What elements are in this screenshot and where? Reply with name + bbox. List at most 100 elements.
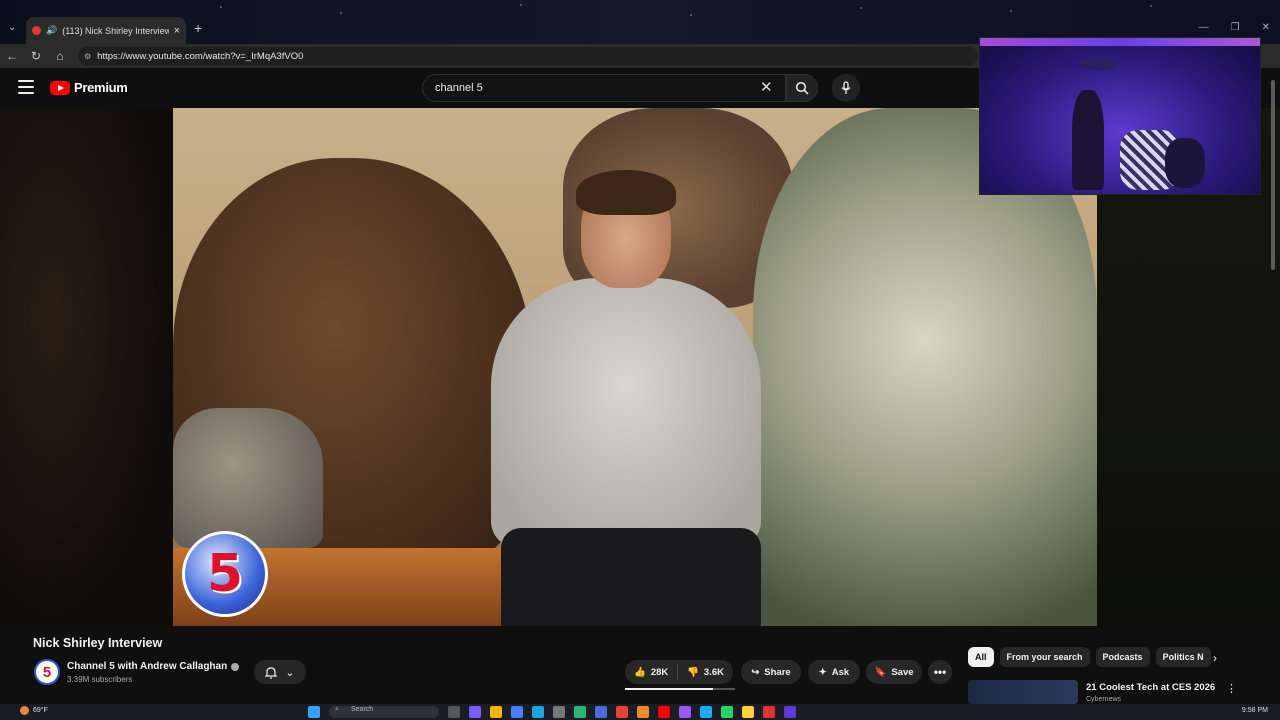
whatsapp-icon[interactable] — [721, 706, 733, 718]
share-label: Share — [764, 666, 791, 678]
recommendation-menu-icon[interactable]: ⋮ — [1226, 682, 1237, 695]
taskbar-search-label: Search — [351, 706, 374, 713]
window-controls: — ❐ ✕ — [1199, 22, 1270, 33]
voice-search-button[interactable] — [832, 74, 860, 102]
subscriber-count: 3.39M subscribers — [67, 675, 133, 684]
app-icon[interactable] — [700, 706, 712, 718]
video-title: Nick Shirley Interview — [33, 636, 163, 650]
save-label: Save — [891, 666, 914, 678]
app-icon[interactable] — [742, 706, 754, 718]
webcam-overlay — [979, 37, 1261, 195]
save-button[interactable]: 🔖 Save — [866, 660, 922, 684]
chip-from-your-search[interactable]: From your search — [999, 647, 1090, 667]
file-explorer-icon[interactable] — [490, 706, 502, 718]
microphone-icon — [841, 81, 851, 94]
site-info-icon[interactable]: ⚙ — [84, 52, 91, 61]
more-actions-button[interactable]: ••• — [928, 660, 952, 684]
streamer-image — [1072, 90, 1104, 190]
browser-tab[interactable]: 🔊 (113) Nick Shirley Interview - × — [26, 17, 186, 44]
channel-name[interactable]: Channel 5 with Andrew Callaghan — [67, 661, 240, 672]
dislike-button[interactable]: 👎 3.6K — [678, 660, 733, 684]
tab-title: (113) Nick Shirley Interview - — [62, 25, 169, 36]
recommendation-chips: All From your search Podcasts Politics N — [968, 647, 1211, 667]
maximize-icon[interactable]: ❐ — [1231, 22, 1240, 33]
windows-taskbar: 69°F ⌕ Search 9:58 PM — [0, 704, 1280, 720]
taskbar-clock[interactable]: 9:58 PM — [1242, 707, 1268, 714]
like-ratio-bar — [625, 688, 735, 690]
youtube-play-icon — [50, 80, 70, 95]
search-icon — [795, 81, 809, 95]
search-icon: ⌕ — [335, 706, 339, 713]
channel-name-text: Channel 5 with Andrew Callaghan — [67, 661, 228, 672]
chip-politics[interactable]: Politics N — [1155, 647, 1211, 667]
back-icon[interactable]: ← — [0, 49, 24, 63]
reload-icon[interactable]: ↻ — [24, 49, 48, 63]
calculator-icon[interactable] — [595, 706, 607, 718]
search-query-text: channel 5 — [435, 82, 483, 94]
app-icon[interactable] — [553, 706, 565, 718]
search-input[interactable]: channel 5 — [422, 74, 786, 102]
home-icon[interactable]: ⌂ — [48, 49, 72, 63]
interviewee-image — [491, 170, 761, 626]
speaker-icon[interactable]: 🔊 — [46, 25, 57, 36]
app-icon[interactable] — [679, 706, 691, 718]
url-text: https://www.youtube.com/watch?v=_IrMqA3f… — [97, 50, 304, 62]
bookmark-icon: 🔖 — [874, 666, 887, 678]
chip-podcasts[interactable]: Podcasts — [1095, 647, 1150, 667]
edge-icon[interactable] — [532, 706, 544, 718]
chrome-icon[interactable] — [616, 706, 628, 718]
taskbar-apps: ⌕ Search — [308, 706, 796, 718]
like-count: 28K — [650, 666, 669, 678]
ceiling-fan-image — [1080, 58, 1120, 70]
like-ratio-fill — [625, 688, 713, 690]
verified-icon — [231, 662, 240, 671]
minimize-icon[interactable]: — — [1199, 22, 1209, 33]
notifications-button[interactable]: ⌄ — [254, 660, 306, 684]
channel-avatar[interactable]: 5 — [34, 659, 60, 685]
task-view-icon[interactable] — [448, 706, 460, 718]
chip-all[interactable]: All — [968, 647, 994, 667]
store-icon[interactable] — [511, 706, 523, 718]
page-scrollbar[interactable] — [1270, 76, 1276, 696]
ask-button[interactable]: ✦ Ask — [808, 660, 860, 684]
video-ambient-left — [0, 108, 173, 626]
clear-search-icon[interactable]: ✕ — [760, 78, 773, 96]
share-button[interactable]: ↪ Share — [741, 660, 801, 684]
ask-label: Ask — [831, 666, 850, 678]
video-frame[interactable] — [173, 108, 1097, 626]
like-button[interactable]: 👍 28K — [625, 660, 677, 684]
weather-temp: 69°F — [33, 707, 48, 714]
thumbs-down-icon: 👎 — [687, 666, 699, 678]
chips-next-icon[interactable]: › — [1213, 651, 1217, 665]
app-icon[interactable] — [637, 706, 649, 718]
new-tab-button[interactable]: + — [194, 20, 202, 36]
start-icon[interactable] — [308, 706, 320, 718]
recommendation-thumbnail[interactable] — [968, 680, 1078, 704]
thumbs-up-icon: 👍 — [634, 666, 646, 678]
sparkle-icon: ✦ — [818, 666, 827, 678]
menu-icon[interactable] — [18, 80, 34, 94]
obs-icon[interactable] — [784, 706, 796, 718]
youtube-icon[interactable] — [658, 706, 670, 718]
chevron-down-icon: ⌄ — [285, 666, 295, 679]
logo-text: Premium — [74, 80, 128, 95]
recommendation-channel: Cybernews — [1086, 696, 1122, 703]
tab-close-icon[interactable]: × — [174, 25, 180, 37]
url-field[interactable]: ⚙ https://www.youtube.com/watch?v=_IrMqA… — [78, 47, 978, 65]
app-icon[interactable] — [574, 706, 586, 718]
youtube-logo[interactable]: Premium — [50, 80, 128, 95]
close-window-icon[interactable]: ✕ — [1262, 22, 1270, 33]
tab-list-chevron-icon[interactable]: ⌄ — [8, 22, 16, 33]
weather-icon — [20, 706, 29, 715]
channel-5-logo-overlay: 5 — [182, 531, 268, 617]
recommendation-title[interactable]: 21 Coolest Tech at CES 2026 — [1086, 682, 1215, 693]
weather-widget[interactable]: 69°F — [20, 706, 48, 715]
search-button[interactable] — [786, 74, 818, 102]
app-icon[interactable] — [763, 706, 775, 718]
like-dislike-group: 👍 28K 👎 3.6K — [625, 660, 733, 684]
share-icon: ↪ — [751, 666, 760, 678]
bell-icon — [265, 666, 278, 679]
copilot-icon[interactable] — [469, 706, 481, 718]
person-image — [1165, 138, 1205, 188]
taskbar-search[interactable]: ⌕ Search — [329, 706, 439, 718]
